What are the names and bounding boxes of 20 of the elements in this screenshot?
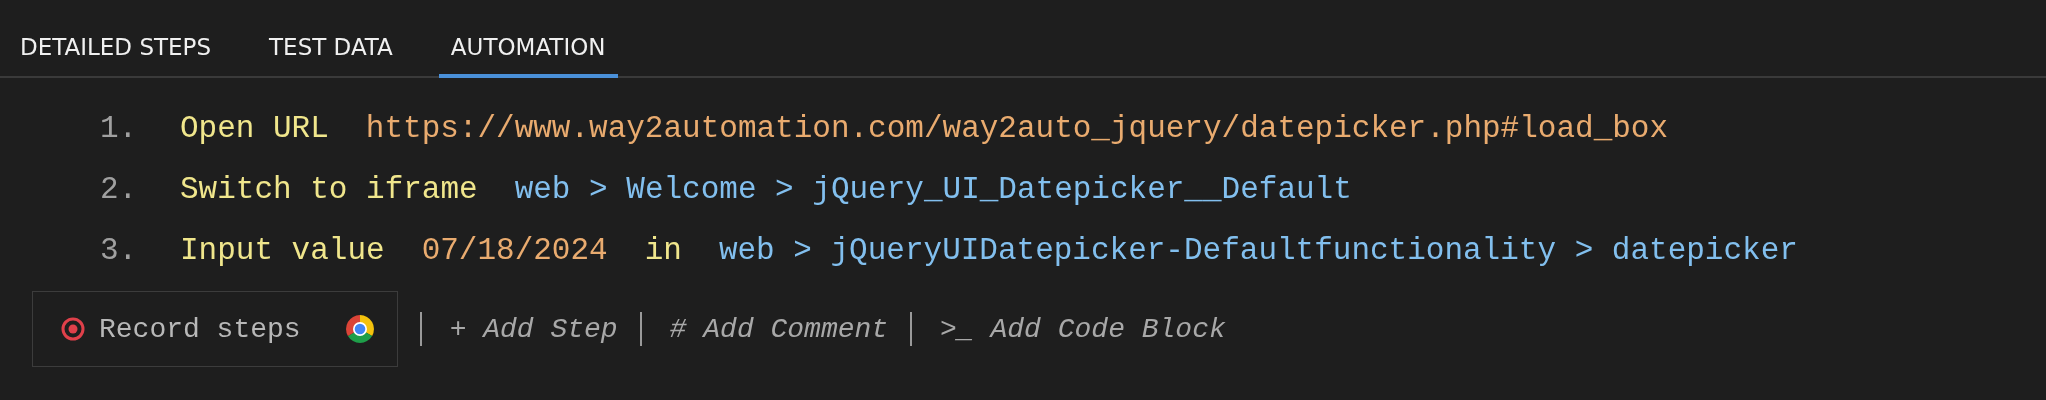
record-steps-button[interactable]: Record steps [32, 291, 398, 367]
step-number: 3. [100, 233, 139, 268]
tab[interactable]: TEST DATA [257, 0, 405, 78]
step-value: 07/18/2024 [421, 233, 608, 268]
step-action: Switch to iframe [180, 172, 478, 207]
step-number: 2. [100, 172, 139, 207]
step-value: https://www.way2automation.com/way2auto_jquery/datepicker.php#load_box [365, 111, 1669, 146]
tab[interactable]: AUTOMATION [438, 0, 618, 78]
element-path: web > jQueryUIDatepicker-Defaultfunctionality > datepicker [718, 233, 1798, 268]
record-icon [61, 317, 85, 341]
add-link[interactable]: # Add Comment [669, 313, 889, 345]
step-number: 1. [100, 111, 139, 146]
browser-icon [344, 314, 375, 344]
step-action: in [644, 233, 682, 268]
add-link[interactable]: + Add Step [449, 313, 618, 345]
step-action: Input value [180, 233, 385, 268]
add-link[interactable]: >_ Add Code Block [940, 313, 1226, 345]
element-path: web > Welcome > jQuery_UI_Datepicker__Default [514, 172, 1352, 207]
tab[interactable]: DETAILED STEPS [8, 0, 224, 78]
step-action: Open URL [180, 111, 329, 146]
